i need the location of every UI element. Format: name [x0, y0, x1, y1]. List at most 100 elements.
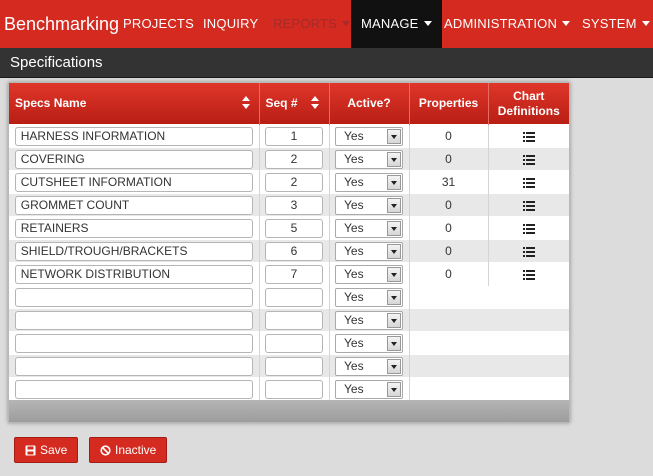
active-select-value: Yes [344, 358, 364, 373]
caret-down-icon [387, 312, 401, 328]
sort-icon[interactable] [241, 96, 250, 110]
list-icon[interactable] [522, 177, 535, 188]
specs-table-panel: Specs Name Seq # Active? Properties Char… [8, 82, 570, 423]
properties-count: 0 [409, 193, 489, 217]
active-select-value: Yes [344, 289, 364, 304]
active-select[interactable]: Yes [335, 356, 403, 376]
col-header-specs-name[interactable]: Specs Name [9, 83, 260, 125]
table-footer [9, 400, 569, 422]
active-select[interactable]: Yes [335, 379, 403, 399]
active-select[interactable]: Yes [335, 287, 403, 307]
seq-input[interactable] [265, 379, 323, 399]
nav-reports[interactable]: REPORTS [273, 0, 351, 48]
seq-input[interactable]: 7 [265, 264, 323, 284]
seq-input[interactable]: 6 [265, 241, 323, 261]
active-select[interactable]: Yes [335, 149, 403, 169]
active-select[interactable]: Yes [335, 218, 403, 238]
list-icon[interactable] [522, 131, 535, 142]
active-select-value: Yes [344, 128, 364, 143]
brand-title[interactable]: Benchmarking [4, 13, 119, 35]
nav-reports-label: REPORTS [273, 16, 338, 31]
table-row: CUTSHEET INFORMATION 2 Yes 31 [9, 170, 569, 194]
spec-name-input[interactable] [14, 287, 253, 307]
caret-down-icon [387, 381, 401, 397]
nav-manage[interactable]: MANAGE [351, 0, 442, 48]
table-row: COVERING 2 Yes 0 [9, 147, 569, 171]
properties-count: 0 [409, 147, 489, 171]
active-select[interactable]: Yes [335, 310, 403, 330]
col-header-active: Active? [329, 83, 410, 125]
properties-count: 0 [409, 262, 489, 286]
caret-down-icon [387, 335, 401, 351]
spec-name-input[interactable] [14, 310, 253, 330]
save-button[interactable]: Save [14, 437, 79, 463]
seq-input[interactable]: 5 [265, 218, 323, 238]
spec-name-input[interactable] [14, 333, 253, 353]
col-header-chart-line1: Chart [513, 88, 545, 103]
spec-name-input[interactable]: CUTSHEET INFORMATION [14, 172, 253, 192]
seq-input[interactable]: 2 [265, 172, 323, 192]
active-select[interactable]: Yes [335, 264, 403, 284]
nav-manage-label: MANAGE [361, 16, 419, 31]
active-select-value: Yes [344, 174, 364, 189]
spec-name-input[interactable]: RETAINERS [14, 218, 253, 238]
caret-down-icon [387, 151, 401, 167]
active-select[interactable]: Yes [335, 126, 403, 146]
caret-down-icon [387, 358, 401, 374]
nav-inquiry[interactable]: INQUIRY [203, 0, 258, 48]
spec-name-input[interactable]: GROMMET COUNT [14, 195, 253, 215]
col-header-seq[interactable]: Seq # [259, 83, 330, 125]
specs-table: Specs Name Seq # Active? Properties Char… [9, 83, 569, 400]
table-row-empty: Yes [9, 377, 569, 400]
active-select[interactable]: Yes [335, 172, 403, 192]
active-select-value: Yes [344, 335, 364, 350]
list-icon[interactable] [522, 154, 535, 165]
nav-administration[interactable]: ADMINISTRATION [444, 0, 571, 48]
col-header-chart-definitions: Chart Definitions [488, 83, 569, 125]
seq-input[interactable]: 3 [265, 195, 323, 215]
inactive-button-label: Inactive [115, 443, 157, 457]
table-row-empty: Yes [9, 308, 569, 332]
caret-down-icon [387, 197, 401, 213]
chevron-down-icon [641, 21, 650, 26]
table-header-row: Specs Name Seq # Active? Properties Char… [9, 83, 569, 125]
table-row: SHIELD/TROUGH/BRACKETS 6 Yes 0 [9, 239, 569, 263]
col-header-properties-label: Properties [418, 96, 479, 110]
table-row: NETWORK DISTRIBUTION 7 Yes 0 [9, 262, 569, 286]
table-row: GROMMET COUNT 3 Yes 0 [9, 193, 569, 217]
inactive-button[interactable]: Inactive [89, 437, 168, 463]
table-row: HARNESS INFORMATION 1 Yes 0 [9, 124, 569, 148]
chevron-down-icon [562, 21, 571, 26]
floppy-disk-icon [25, 445, 36, 456]
list-icon[interactable] [522, 223, 535, 234]
active-select[interactable]: Yes [335, 333, 403, 353]
spec-name-input[interactable] [14, 379, 253, 399]
col-header-chart-line2: Definitions [497, 103, 560, 118]
seq-input[interactable] [265, 333, 323, 353]
spec-name-input[interactable]: HARNESS INFORMATION [14, 126, 253, 146]
list-icon[interactable] [522, 269, 535, 280]
spec-name-input[interactable]: SHIELD/TROUGH/BRACKETS [14, 241, 253, 261]
seq-input[interactable] [265, 287, 323, 307]
sort-icon[interactable] [310, 96, 319, 110]
chevron-down-icon [423, 21, 432, 26]
spec-name-input[interactable]: NETWORK DISTRIBUTION [14, 264, 253, 284]
table-row-empty: Yes [9, 285, 569, 309]
col-header-specs-name-label: Specs Name [15, 96, 87, 110]
seq-input[interactable]: 2 [265, 149, 323, 169]
active-select[interactable]: Yes [335, 241, 403, 261]
active-select[interactable]: Yes [335, 195, 403, 215]
list-icon[interactable] [522, 246, 535, 257]
spec-name-input[interactable] [14, 356, 253, 376]
seq-input[interactable]: 1 [265, 126, 323, 146]
nav-system[interactable]: SYSTEM [582, 0, 650, 48]
list-icon[interactable] [522, 200, 535, 211]
active-select-value: Yes [344, 197, 364, 212]
caret-down-icon [387, 128, 401, 144]
active-select-value: Yes [344, 243, 364, 258]
nav-projects[interactable]: PROJECTS [123, 0, 194, 48]
caret-down-icon [387, 266, 401, 282]
spec-name-input[interactable]: COVERING [14, 149, 253, 169]
seq-input[interactable] [265, 310, 323, 330]
seq-input[interactable] [265, 356, 323, 376]
